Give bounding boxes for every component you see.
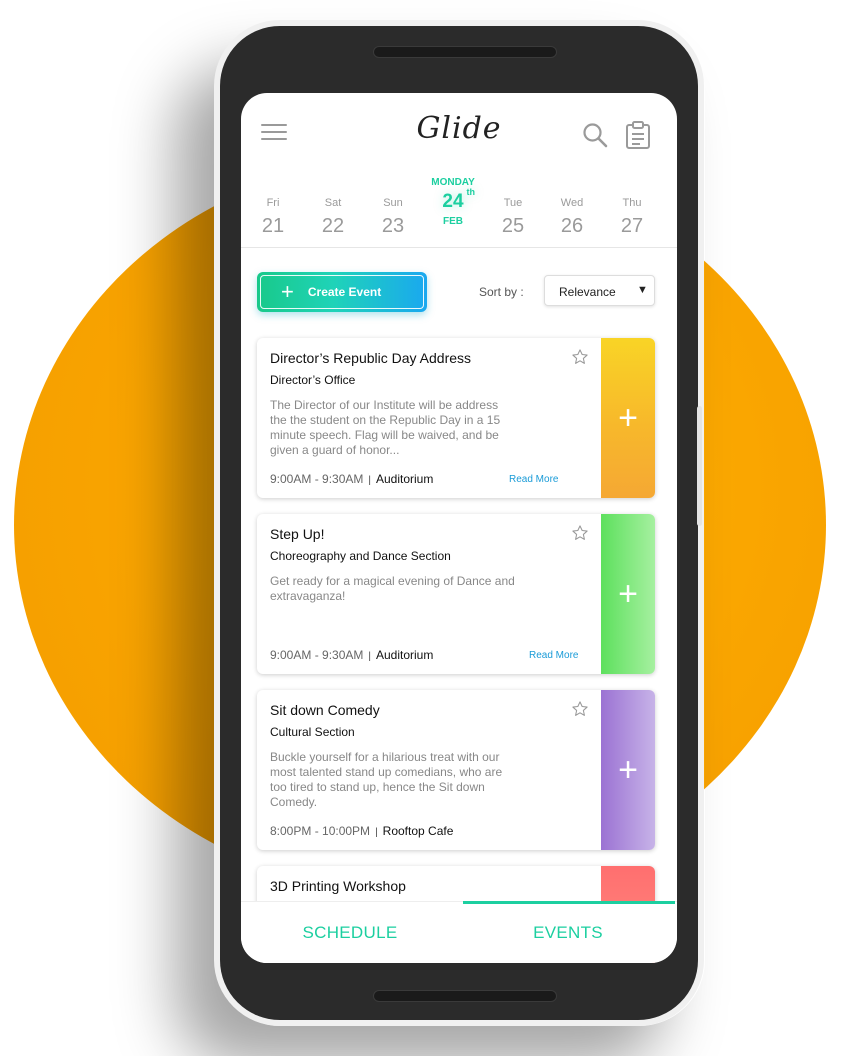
- plus-icon: +: [618, 751, 638, 789]
- add-event-button[interactable]: +: [601, 514, 655, 674]
- separator: |: [368, 475, 371, 486]
- tab-events[interactable]: EVENTS: [459, 901, 677, 963]
- date-dow: Sun: [383, 197, 403, 209]
- stage: Glide MONDAY Fri 21 Sat 22 Sun 23 24 th …: [0, 0, 848, 1056]
- header-divider: [241, 247, 677, 248]
- read-more-link[interactable]: Read More: [509, 474, 558, 485]
- date-dow: Fri: [266, 197, 280, 209]
- selected-date-number: 24: [442, 191, 464, 212]
- date-thu[interactable]: Thu 27: [607, 197, 657, 238]
- event-time: 9:00AM - 9:30AM: [270, 472, 364, 486]
- speaker-bottom: [373, 990, 557, 1002]
- plus-icon: +: [618, 575, 638, 613]
- event-description: The Director of our Institute will be ad…: [270, 398, 501, 457]
- add-event-button[interactable]: +: [601, 690, 655, 850]
- event-organizer: Choreography and Dance Section: [270, 549, 451, 563]
- date-number: 25: [501, 215, 525, 237]
- event-organizer: Director’s Office: [270, 373, 356, 387]
- event-meta: 9:00AM - 9:30AM | Auditorium: [270, 648, 433, 662]
- star-icon[interactable]: [571, 700, 589, 718]
- side-button: [697, 406, 702, 526]
- event-time: 8:00PM - 10:00PM: [270, 824, 371, 838]
- event-title: Sit down Comedy: [270, 702, 380, 718]
- caret-down-icon: ▼: [637, 284, 648, 296]
- date-sat[interactable]: Sat 22: [308, 197, 358, 238]
- event-card[interactable]: Director’s Republic Day Address Director…: [257, 338, 655, 498]
- create-event-button[interactable]: + Create Event: [257, 272, 427, 312]
- star-icon[interactable]: [571, 348, 589, 366]
- date-suffix: th: [466, 187, 476, 197]
- date-strip: MONDAY Fri 21 Sat 22 Sun 23 24th FEB Tue…: [241, 177, 677, 247]
- event-venue: Rooftop Cafe: [382, 824, 454, 838]
- event-title: Step Up!: [270, 526, 325, 542]
- star-icon[interactable]: [571, 524, 589, 542]
- sort-dropdown[interactable]: Relevance ▼: [544, 275, 655, 306]
- plus-icon: +: [618, 399, 638, 437]
- create-event-label: Create Event: [307, 285, 382, 299]
- date-dow: Sat: [324, 197, 342, 209]
- date-number: 27: [620, 215, 644, 237]
- app-header: Glide: [241, 93, 677, 173]
- plus-icon: +: [281, 279, 294, 304]
- app-logo: Glide: [416, 111, 502, 146]
- event-time: 9:00AM - 9:30AM: [270, 648, 364, 662]
- hamburger-icon[interactable]: [261, 124, 287, 142]
- date-dow: Tue: [503, 197, 523, 209]
- bottom-nav: SCHEDULE EVENTS: [241, 901, 677, 963]
- event-meta: 9:00AM - 9:30AM | Auditorium: [270, 472, 433, 486]
- date-sun[interactable]: Sun 23: [368, 197, 418, 238]
- event-title: 3D Printing Workshop: [270, 878, 406, 894]
- event-description: Get ready for a magical evening of Dance…: [270, 574, 515, 603]
- search-icon[interactable]: [582, 122, 608, 148]
- date-fri[interactable]: Fri 21: [248, 197, 298, 238]
- date-number: 26: [560, 215, 584, 237]
- date-mon-selected[interactable]: 24th FEB: [428, 187, 478, 227]
- date-number: 21: [261, 215, 285, 237]
- event-card[interactable]: Sit down Comedy Cultural Section Buckle …: [257, 690, 655, 850]
- add-event-button[interactable]: +: [601, 338, 655, 498]
- event-venue: Auditorium: [375, 648, 434, 662]
- sort-label: Sort by :: [479, 285, 524, 299]
- separator: |: [375, 827, 378, 838]
- separator: |: [368, 651, 371, 662]
- app-screen: Glide MONDAY Fri 21 Sat 22 Sun 23 24 th …: [241, 93, 677, 963]
- date-wed[interactable]: Wed 26: [547, 197, 597, 238]
- read-more-link[interactable]: Read More: [529, 650, 578, 661]
- event-venue: Auditorium: [375, 472, 434, 486]
- event-description: Buckle yourself for a hilarious treat wi…: [270, 750, 503, 809]
- tab-schedule[interactable]: SCHEDULE: [241, 902, 459, 963]
- event-organizer: Cultural Section: [270, 725, 355, 739]
- speaker-top: [373, 46, 557, 58]
- event-title: Director’s Republic Day Address: [270, 350, 472, 366]
- event-card[interactable]: Step Up! Choreography and Dance Section …: [257, 514, 655, 674]
- date-dow: Thu: [622, 197, 642, 209]
- date-number: 23: [381, 215, 405, 237]
- sort-value: Relevance: [559, 285, 616, 299]
- create-event-inner: + Create Event: [260, 275, 424, 309]
- selected-month: FEB: [443, 216, 463, 227]
- date-number: 22: [321, 215, 345, 237]
- date-tue[interactable]: Tue 25: [488, 197, 538, 238]
- clipboard-icon[interactable]: [625, 121, 651, 149]
- event-meta: 8:00PM - 10:00PM | Rooftop Cafe: [270, 824, 453, 838]
- date-dow: Wed: [560, 197, 584, 209]
- selected-date: 24th: [428, 187, 478, 213]
